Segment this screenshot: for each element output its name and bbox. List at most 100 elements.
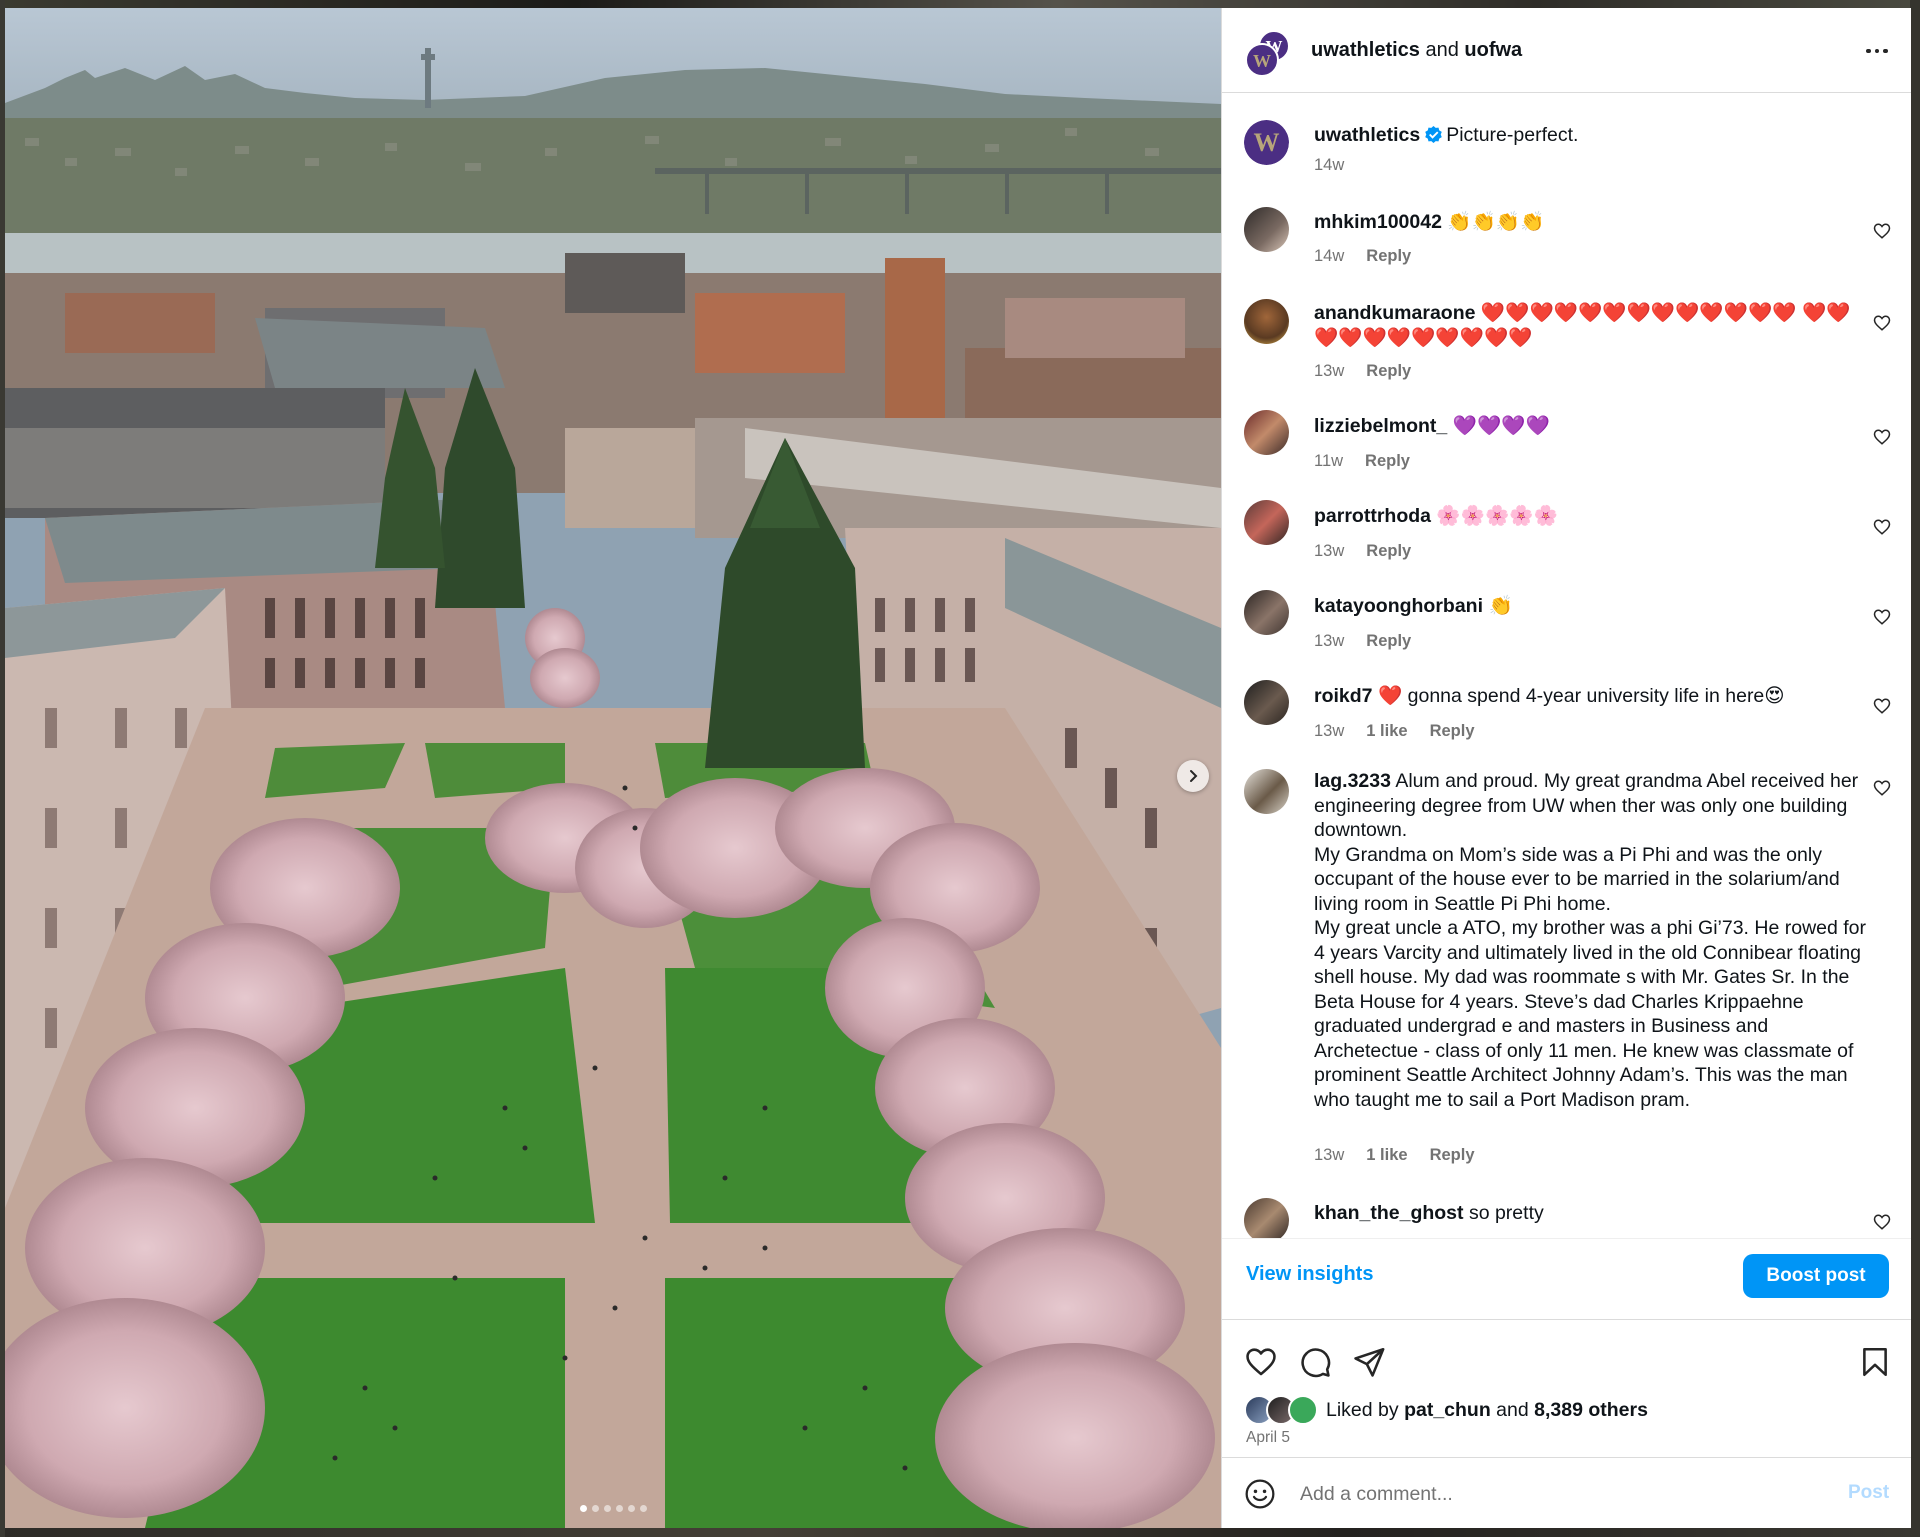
comment-time: 13w bbox=[1314, 542, 1345, 560]
comment-time: 11w bbox=[1314, 452, 1344, 470]
likes-prefix: Liked by bbox=[1326, 1398, 1405, 1421]
likes-joiner: and bbox=[1490, 1398, 1535, 1421]
reply-button[interactable]: Reply bbox=[1366, 632, 1411, 651]
background-feed-right bbox=[1910, 0, 1920, 1537]
post-side-panel: W W uwathletics and uofwa W uwathletics P… bbox=[1221, 8, 1911, 1528]
comment-username[interactable]: lizziebelmont_ bbox=[1314, 415, 1447, 437]
insights-bar: View insights Boost post bbox=[1222, 1238, 1911, 1320]
comment-meta: 13w Reply bbox=[1314, 632, 1411, 651]
more-icon-dot bbox=[1874, 48, 1880, 54]
likes-count[interactable]: 8,389 others bbox=[1534, 1399, 1648, 1421]
like-comment-heart-icon[interactable] bbox=[1873, 518, 1891, 536]
carousel-dot bbox=[580, 1505, 587, 1512]
like-comment-heart-icon[interactable] bbox=[1873, 697, 1891, 715]
commenter-avatar[interactable] bbox=[1244, 207, 1289, 252]
comment-username[interactable]: lag.3233 bbox=[1314, 770, 1391, 792]
comment-body: so pretty bbox=[1468, 1202, 1544, 1224]
svg-text:W: W bbox=[1253, 51, 1271, 71]
caption-body: Picture-perfect. bbox=[1446, 124, 1579, 146]
reply-button[interactable]: Reply bbox=[1430, 722, 1475, 741]
comment-text: parrottrhoda 🌸🌸🌸🌸🌸 bbox=[1314, 504, 1874, 529]
comment-time: 13w bbox=[1314, 632, 1345, 650]
svg-text:W: W bbox=[1254, 128, 1280, 157]
like-comment-heart-icon[interactable] bbox=[1873, 1213, 1891, 1231]
commenter-avatar[interactable] bbox=[1244, 500, 1289, 545]
post-authors: uwathletics and uofwa bbox=[1311, 39, 1522, 62]
reply-button[interactable]: Reply bbox=[1430, 1146, 1475, 1165]
post-comment-button[interactable]: Post bbox=[1848, 1482, 1889, 1504]
comment-text: mhkim100042 👏👏👏👏 bbox=[1314, 210, 1874, 235]
more-icon-dot bbox=[1883, 48, 1888, 54]
carousel-dot bbox=[604, 1505, 611, 1512]
comment-username[interactable]: mhkim100042 bbox=[1314, 211, 1442, 233]
comment-like-count[interactable]: 1 like bbox=[1366, 1146, 1407, 1165]
comment-time: 14w bbox=[1314, 247, 1345, 265]
collaborator-username[interactable]: uofwa bbox=[1464, 39, 1522, 61]
like-comment-heart-icon[interactable] bbox=[1873, 314, 1891, 332]
caption-username[interactable]: uwathletics bbox=[1314, 124, 1420, 146]
more-options-button[interactable] bbox=[1862, 38, 1892, 64]
like-comment-heart-icon[interactable] bbox=[1873, 608, 1891, 626]
reply-button[interactable]: Reply bbox=[1366, 542, 1411, 561]
comment-username[interactable]: katayoonghorbani bbox=[1314, 595, 1483, 617]
author-username[interactable]: uwathletics bbox=[1311, 39, 1420, 61]
likes-summary: Liked by pat_chun and 8,389 others bbox=[1244, 1395, 1648, 1425]
comment-meta: 13w Reply bbox=[1314, 542, 1411, 561]
next-slide-button[interactable] bbox=[1177, 760, 1209, 792]
share-icon[interactable] bbox=[1352, 1345, 1386, 1379]
commenter-avatar[interactable] bbox=[1244, 410, 1289, 455]
caption-avatar[interactable]: W bbox=[1244, 120, 1289, 165]
reply-button[interactable]: Reply bbox=[1366, 362, 1411, 381]
campus-aerial-image bbox=[5, 8, 1221, 1528]
verified-icon bbox=[1425, 125, 1442, 144]
caption-meta: 14w bbox=[1314, 156, 1344, 175]
comment-meta: 13w Reply bbox=[1314, 362, 1411, 381]
chevron-right-icon bbox=[1190, 770, 1198, 782]
comment-body: Alum and proud. My great grandma Abel re… bbox=[1314, 770, 1867, 1111]
commenter-avatar[interactable] bbox=[1244, 1198, 1289, 1238]
comment-text: lag.3233 Alum and proud. My great grandm… bbox=[1314, 769, 1874, 1112]
heart-icon[interactable] bbox=[1244, 1345, 1278, 1379]
reply-button[interactable]: Reply bbox=[1365, 452, 1410, 471]
comment-meta: 14w Reply bbox=[1314, 247, 1411, 266]
commenter-avatar[interactable] bbox=[1244, 590, 1289, 635]
collab-avatar[interactable]: W W bbox=[1244, 30, 1292, 78]
commenter-avatar[interactable] bbox=[1244, 299, 1289, 344]
comment-username[interactable]: khan_the_ghost bbox=[1314, 1202, 1464, 1224]
comment-input[interactable] bbox=[1298, 1478, 1802, 1510]
view-insights-link[interactable]: View insights bbox=[1246, 1263, 1373, 1286]
post-photo[interactable] bbox=[5, 8, 1221, 1528]
caption-time: 14w bbox=[1314, 156, 1345, 174]
comment-body: 👏👏👏👏 bbox=[1447, 211, 1545, 233]
commenter-avatar[interactable] bbox=[1244, 769, 1289, 814]
reply-button[interactable]: Reply bbox=[1366, 247, 1411, 266]
comment-text: anandkumaraone ❤️❤️❤️❤️❤️❤️❤️❤️❤️❤️❤️❤️❤… bbox=[1314, 301, 1874, 350]
comment-like-count[interactable]: 1 like bbox=[1366, 722, 1407, 741]
save-icon[interactable] bbox=[1858, 1345, 1892, 1379]
comment-icon[interactable] bbox=[1298, 1345, 1332, 1379]
more-icon bbox=[1866, 48, 1871, 54]
comment-text: lizziebelmont_ 💜💜💜💜 bbox=[1314, 414, 1874, 439]
commenter-avatar[interactable] bbox=[1244, 680, 1289, 725]
emoji-icon[interactable] bbox=[1244, 1478, 1276, 1510]
liker-avatar[interactable] bbox=[1288, 1395, 1318, 1425]
boost-post-button[interactable]: Boost post bbox=[1743, 1254, 1889, 1298]
comment-username[interactable]: roikd7 bbox=[1314, 685, 1373, 707]
like-comment-heart-icon[interactable] bbox=[1873, 779, 1891, 797]
background-feed-bottom bbox=[0, 1528, 1920, 1537]
comment-body: 🌸🌸🌸🌸🌸 bbox=[1436, 505, 1558, 527]
post-header: W W uwathletics and uofwa bbox=[1222, 8, 1911, 93]
comment-username[interactable]: parrottrhoda bbox=[1314, 505, 1431, 527]
post-actions: Liked by pat_chun and 8,389 others April… bbox=[1222, 1319, 1911, 1469]
comment-username[interactable]: anandkumaraone bbox=[1314, 302, 1475, 324]
comment-meta: 11w Reply bbox=[1314, 452, 1410, 471]
comments-list[interactable]: W uwathletics Picture-perfect. 14w mhkim1… bbox=[1222, 92, 1911, 1238]
comment-text: katayoonghorbani 👏 bbox=[1314, 594, 1874, 619]
carousel-dot bbox=[616, 1505, 623, 1512]
like-comment-heart-icon[interactable] bbox=[1873, 222, 1891, 240]
carousel-dot bbox=[592, 1505, 599, 1512]
liker-username[interactable]: pat_chun bbox=[1404, 1399, 1491, 1421]
background-feed-top bbox=[0, 0, 1920, 8]
add-comment-bar: Post bbox=[1222, 1457, 1911, 1529]
like-comment-heart-icon[interactable] bbox=[1873, 428, 1891, 446]
